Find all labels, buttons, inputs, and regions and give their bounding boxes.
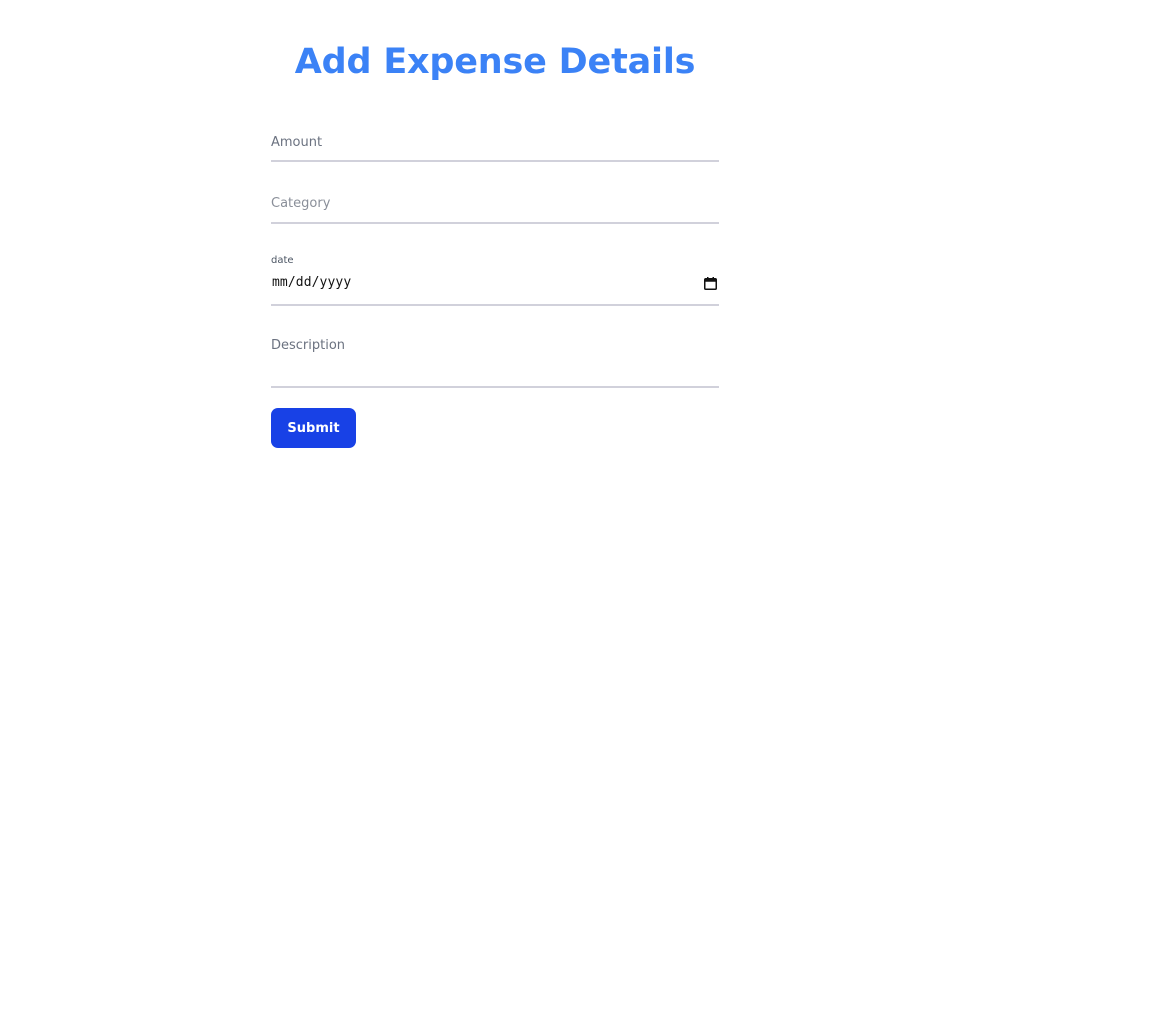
description-input[interactable] bbox=[271, 338, 719, 382]
date-input[interactable]: mm/dd/yyyy bbox=[272, 275, 351, 290]
amount-input[interactable] bbox=[271, 132, 719, 152]
category-input[interactable] bbox=[271, 193, 719, 213]
date-field[interactable]: date mm/dd/yyyy bbox=[271, 252, 719, 306]
amount-field bbox=[271, 128, 719, 162]
page-title: Add Expense Details bbox=[294, 42, 696, 82]
submit-button[interactable]: Submit bbox=[271, 408, 356, 448]
category-field bbox=[271, 188, 719, 224]
date-label: date bbox=[271, 255, 294, 266]
calendar-icon[interactable] bbox=[704, 277, 717, 290]
description-field bbox=[271, 334, 719, 388]
